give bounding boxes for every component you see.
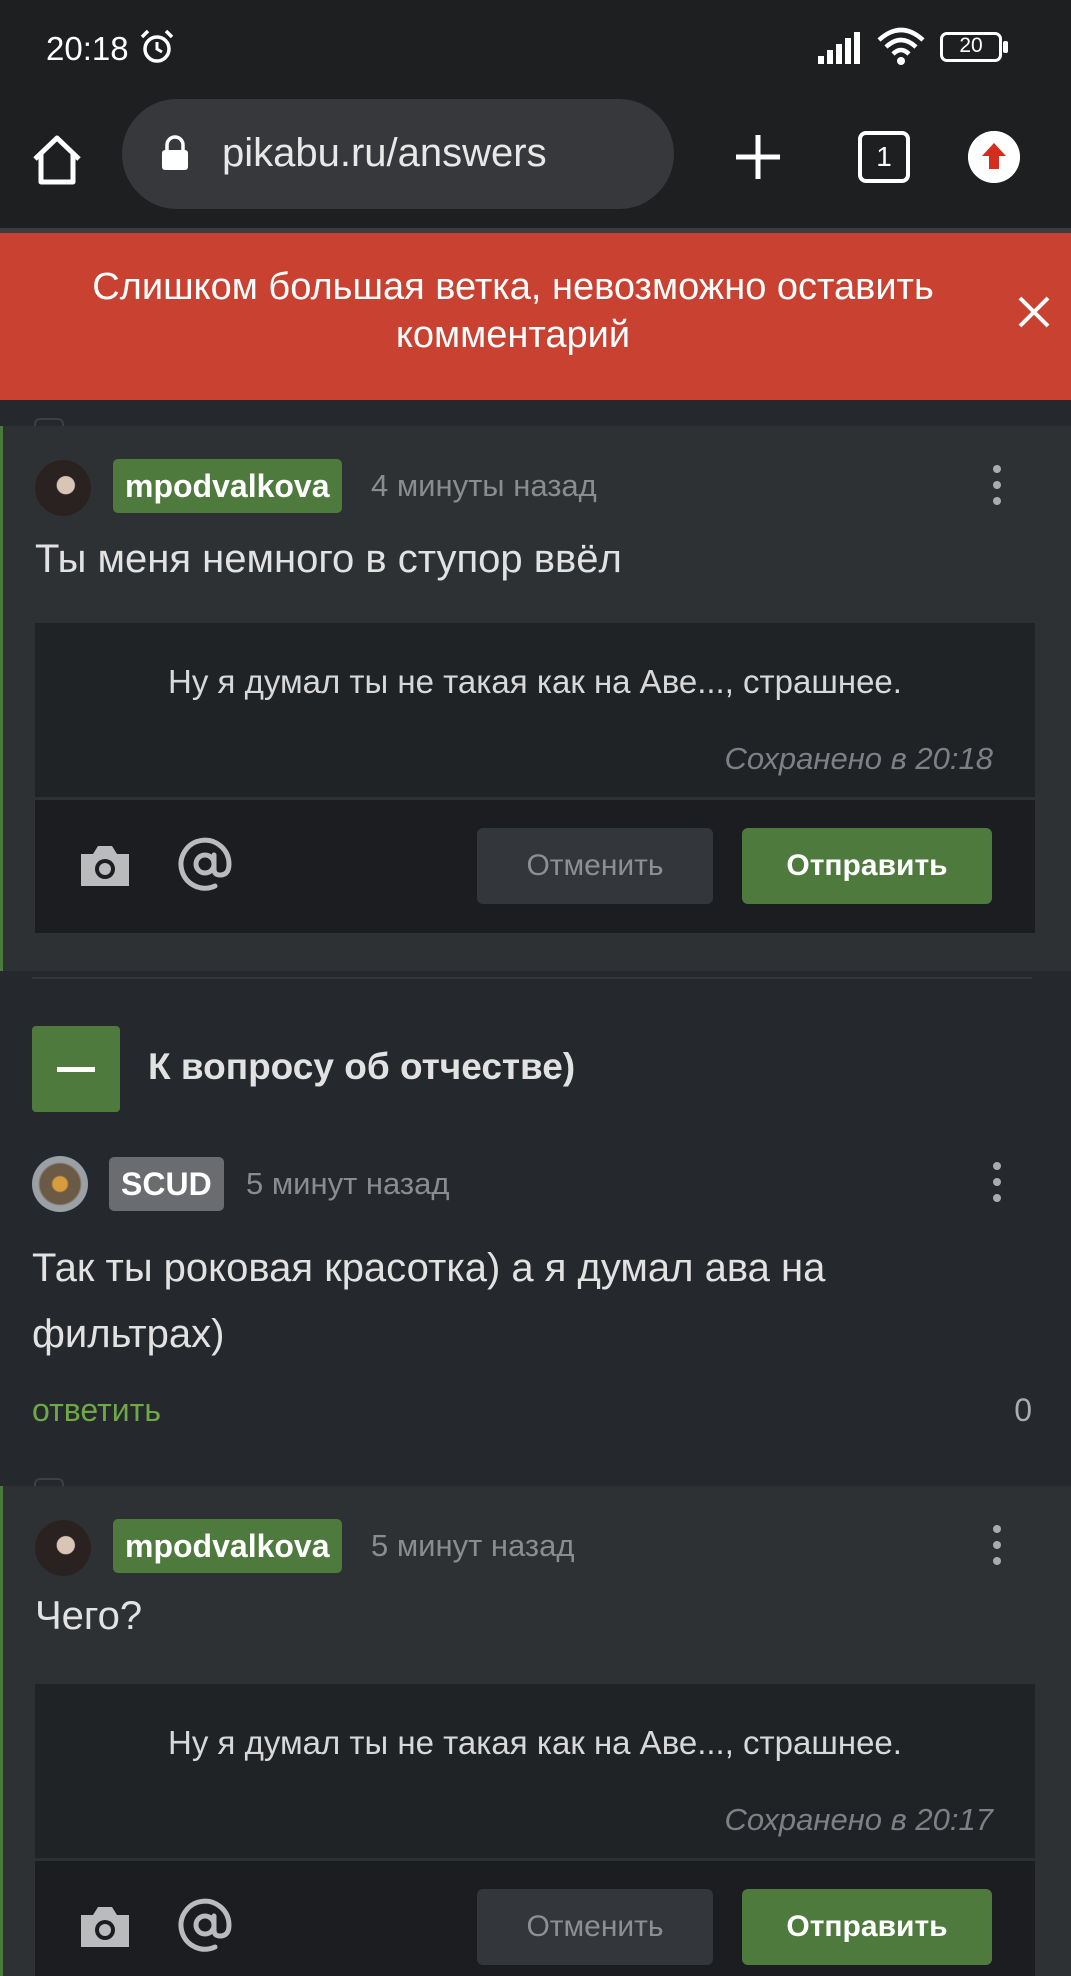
username-tag[interactable]: mpodvalkova: [113, 459, 342, 513]
avatar[interactable]: [35, 460, 91, 516]
draft-text[interactable]: Ну я думал ты не такая как на Аве..., ст…: [35, 663, 1035, 701]
collapse-thread-button[interactable]: [32, 1026, 120, 1112]
cancel-button[interactable]: Отменить: [477, 1889, 713, 1965]
editor-toolbar: Отменить Отправить: [35, 800, 1035, 933]
thread-title[interactable]: К вопросу об отчестве): [148, 1046, 575, 1088]
comment-text: Ты меня немного в ступор ввёл: [35, 537, 622, 581]
comment-time: 4 минуты назад: [371, 468, 597, 503]
avatar[interactable]: [35, 1520, 91, 1576]
comment-editor[interactable]: Ну я думал ты не такая как на Аве..., ст…: [35, 623, 1035, 933]
username-tag[interactable]: mpodvalkova: [113, 1519, 342, 1573]
browser-toolbar: pikabu.ru/answers 1: [0, 95, 1071, 230]
update-icon[interactable]: [968, 131, 1020, 183]
address-bar[interactable]: pikabu.ru/answers: [122, 99, 674, 209]
saved-status: Сохранено в 20:18: [724, 741, 993, 776]
signal-icon: [818, 32, 860, 64]
comment-text: Так ты роковая красотка) а я думал ава н…: [32, 1246, 826, 1356]
comment-reply: mpodvalkova 5 минут назад Чего? Ну я дум…: [0, 1486, 1071, 1976]
comment-time: 5 минут назад: [246, 1166, 450, 1201]
more-options-icon[interactable]: [991, 1162, 1003, 1206]
mention-icon[interactable]: [175, 834, 235, 894]
new-tab-icon[interactable]: [732, 131, 784, 183]
camera-icon[interactable]: [77, 840, 133, 890]
error-banner: Слишком большая ветка, невозможно остави…: [0, 233, 1071, 400]
send-button[interactable]: Отправить: [742, 1889, 992, 1965]
send-button[interactable]: Отправить: [742, 828, 992, 904]
banner-message: Слишком большая ветка, невозможно остави…: [92, 266, 934, 356]
home-icon[interactable]: [30, 133, 84, 187]
more-options-icon[interactable]: [991, 465, 1003, 509]
minus-icon: [57, 1067, 95, 1072]
comment-reply: mpodvalkova 4 минуты назад Ты меня немно…: [0, 426, 1071, 971]
divider: [32, 977, 1032, 979]
avatar[interactable]: [32, 1156, 88, 1212]
mention-icon[interactable]: [175, 1895, 235, 1955]
lock-icon: [162, 135, 188, 170]
comment-text: Чего?: [35, 1594, 143, 1638]
reply-link[interactable]: ответить: [32, 1392, 161, 1429]
status-bar: 20:18 20: [0, 0, 1071, 95]
more-options-icon[interactable]: [991, 1525, 1003, 1569]
alarm-icon: [140, 29, 174, 63]
camera-icon[interactable]: [77, 1901, 133, 1951]
username-tag[interactable]: SCUD: [109, 1157, 224, 1211]
battery-icon: 20: [940, 32, 1008, 62]
tab-count: 1: [876, 141, 892, 172]
comment-rating: 0: [1014, 1392, 1032, 1428]
wifi-icon: [877, 27, 925, 65]
saved-status: Сохранено в 20:17: [724, 1802, 993, 1837]
editor-toolbar: Отменить Отправить: [35, 1861, 1035, 1976]
draft-text[interactable]: Ну я думал ты не такая как на Аве..., ст…: [35, 1724, 1035, 1762]
battery-level: 20: [959, 34, 983, 57]
comment-editor[interactable]: Ну я думал ты не такая как на Аве..., ст…: [35, 1684, 1035, 1976]
comment-time: 5 минут назад: [371, 1528, 575, 1563]
url-text[interactable]: pikabu.ru/answers: [222, 131, 547, 176]
collapse-tab: [34, 418, 64, 426]
status-time: 20:18: [46, 30, 129, 67]
collapse-tab: [34, 1478, 64, 1486]
cancel-button[interactable]: Отменить: [477, 828, 713, 904]
close-icon[interactable]: [1016, 294, 1052, 330]
tabs-switcher-icon[interactable]: 1: [858, 131, 910, 183]
